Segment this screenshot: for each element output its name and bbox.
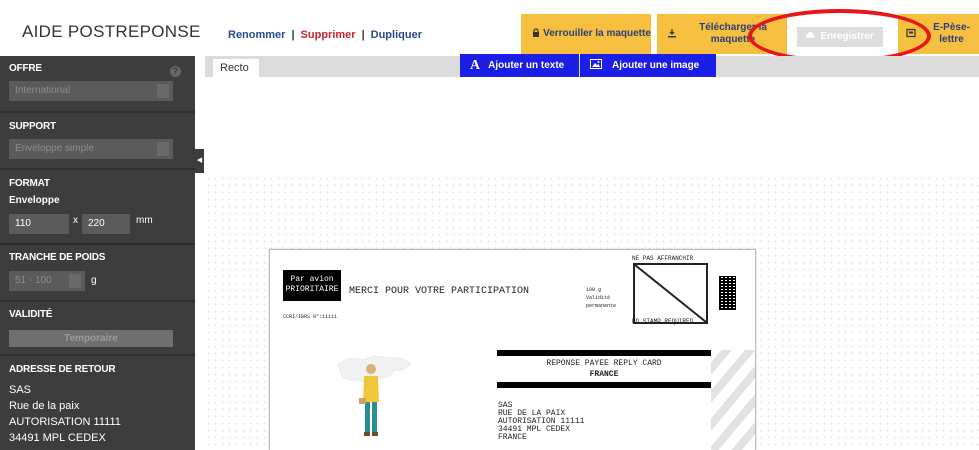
adresse-title: ADRESSE DE RETOUR — [9, 364, 116, 375]
tab-recto[interactable]: Recto — [213, 59, 259, 77]
duplicate-link[interactable]: Dupliquer — [371, 29, 422, 41]
height-input[interactable]: 220 — [82, 214, 130, 234]
divider — [0, 354, 195, 356]
reply-title: REPONSE PAYEE REPLY CARD — [546, 359, 662, 368]
delete-link[interactable]: Supprimer — [301, 29, 356, 41]
par-avion-label[interactable]: Par avion PRIORITAIRE — [283, 270, 341, 301]
ne-pas-affranchir-label: NE PAS AFFRANCHIR — [632, 255, 694, 262]
barcode — [719, 276, 736, 310]
hatched-margin — [455, 350, 497, 450]
envelope-message[interactable]: MERCI POUR VOTRE PARTICIPATION — [349, 286, 529, 297]
offre-title: OFFRE — [9, 63, 42, 74]
reply-address-line: 34491 MPL CEDEX — [498, 425, 571, 434]
reply-country: FRANCE — [589, 370, 619, 379]
add-text-label: Ajouter un texte — [488, 60, 565, 71]
stamp-box — [633, 263, 708, 324]
weight-line: permanente — [586, 303, 617, 309]
text-icon: A — [470, 57, 481, 73]
canvas-top-area — [205, 77, 979, 177]
unit-label: mm — [136, 215, 153, 226]
divider — [0, 300, 195, 302]
address-line: 34491 MPL CEDEX — [9, 432, 106, 444]
app-title: AIDE POSTREPONSE — [22, 22, 201, 41]
divider — [0, 168, 195, 170]
highlight-circle — [748, 9, 931, 63]
header-links: Renommer | Supprimer | Dupliquer — [228, 29, 422, 41]
lock-mockup-button[interactable]: Verrouiller la maquette — [521, 14, 651, 54]
sidebar: OFFRE ? International SUPPORT Enveloppe … — [0, 56, 195, 450]
lock-icon — [531, 28, 541, 38]
image-icon — [590, 59, 602, 72]
person-image[interactable] — [355, 360, 385, 442]
weight-line: 100 g — [586, 287, 602, 293]
address-line: Rue de la paix — [9, 400, 80, 412]
offre-value: International — [15, 85, 71, 96]
reply-address-line: FRANCE — [498, 433, 527, 442]
weight-unit: g — [91, 275, 97, 286]
temporaire-button[interactable]: Temporaire — [9, 330, 173, 347]
dimension-separator: x — [73, 215, 78, 226]
address-line: SAS — [9, 384, 32, 396]
download-icon — [667, 28, 677, 38]
address-line: AUTORISATION 11111 — [9, 416, 121, 428]
width-input[interactable]: 110 — [9, 214, 69, 234]
chevron-down-icon — [69, 274, 81, 288]
rename-link[interactable]: Renommer — [228, 29, 285, 41]
divider — [0, 243, 195, 245]
help-icon[interactable]: ? — [170, 66, 181, 77]
validite-title: VALIDITÉ — [9, 309, 53, 320]
offre-select[interactable]: International — [9, 81, 173, 101]
add-image-label: Ajouter une image — [612, 60, 700, 71]
format-subtitle: Enveloppe — [9, 195, 60, 206]
support-title: SUPPORT — [9, 121, 56, 132]
support-value: Enveloppe simple — [15, 143, 94, 154]
reply-address[interactable]: SAS RUE DE LA PAIX AUTORISATION 11111 34… — [497, 388, 711, 450]
format-title: FORMAT — [9, 178, 50, 189]
add-image-button[interactable]: Ajouter une image — [580, 54, 716, 77]
divider — [0, 111, 195, 113]
ccri-label: CCRI/IBRS N°:11111 — [283, 314, 338, 320]
support-select[interactable]: Enveloppe simple — [9, 139, 173, 159]
tranche-select[interactable]: 51 - 100 — [9, 271, 85, 291]
no-stamp-label: NO STAMP REQUIRED — [632, 318, 694, 325]
tranche-value: 51 - 100 — [15, 275, 52, 286]
chevron-down-icon — [157, 142, 169, 156]
chevron-down-icon — [157, 84, 169, 98]
weight-validity: 100 g Validité permanente — [586, 286, 616, 310]
add-text-button[interactable]: A Ajouter un texte — [460, 54, 579, 77]
weight-line: Validité — [586, 295, 611, 301]
separator: | — [291, 29, 295, 41]
tranche-title: TRANCHE DE POIDS — [9, 252, 106, 263]
collapse-sidebar-button[interactable]: ◀ — [195, 149, 204, 173]
par-avion-line: PRIORITAIRE — [285, 285, 339, 294]
par-avion-line: Par avion — [290, 275, 334, 284]
separator: | — [361, 29, 365, 41]
